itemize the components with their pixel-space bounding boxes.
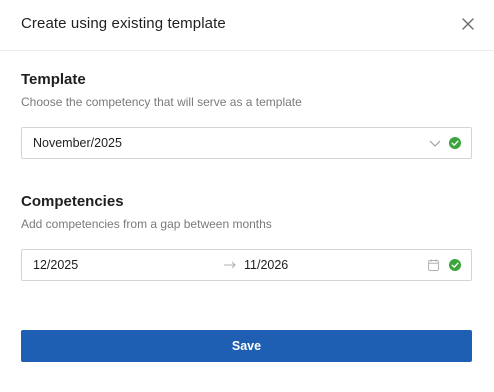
save-button[interactable]: Save: [21, 330, 472, 362]
create-template-dialog: Create using existing template Template …: [0, 0, 494, 392]
template-select[interactable]: November/2025: [21, 127, 472, 159]
check-circle-icon: [449, 137, 461, 149]
competencies-section-description: Add competencies from a gap between mont…: [21, 217, 272, 231]
chevron-down-icon: [429, 140, 441, 147]
dialog-title: Create using existing template: [21, 15, 226, 32]
check-circle-icon: [449, 259, 461, 271]
arrow-right-icon: [224, 261, 236, 269]
template-select-value: November/2025: [33, 136, 122, 150]
range-end-input[interactable]: 11/2026: [244, 258, 288, 272]
dialog-header: Create using existing template: [0, 0, 494, 51]
competencies-section-title: Competencies: [21, 193, 124, 210]
calendar-icon[interactable]: [428, 259, 439, 271]
close-icon: [462, 18, 474, 30]
template-section-description: Choose the competency that will serve as…: [21, 95, 302, 109]
month-range-picker[interactable]: 12/2025 11/2026: [21, 249, 472, 281]
template-section-title: Template: [21, 71, 86, 88]
close-button[interactable]: [460, 16, 476, 32]
range-start-input[interactable]: 12/2025: [33, 258, 78, 272]
